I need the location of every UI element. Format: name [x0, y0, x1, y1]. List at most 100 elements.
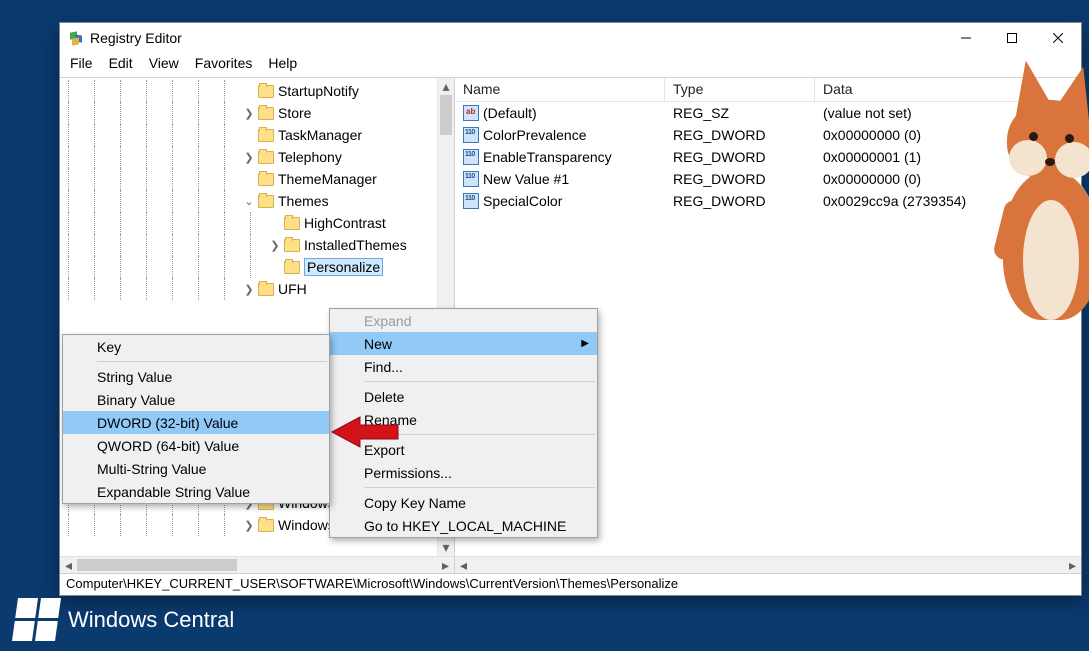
folder-icon — [258, 151, 274, 164]
context-menu-new[interactable]: Key String ValueBinary ValueDWORD (32-bit… — [62, 334, 330, 504]
list-hscroll[interactable]: ◂ ▸ — [455, 557, 1081, 573]
value-name: New Value #1 — [483, 171, 569, 187]
separator — [97, 361, 327, 362]
folder-icon — [284, 239, 300, 252]
context-item: Expand — [330, 309, 597, 332]
col-type[interactable]: Type — [665, 78, 815, 101]
minimize-button[interactable] — [943, 23, 989, 53]
context-item[interactable]: Go to HKEY_LOCAL_MACHINE — [330, 514, 597, 537]
context-item[interactable]: New▶ — [330, 332, 597, 355]
tree-toggle-icon[interactable]: ❯ — [242, 283, 256, 296]
context-item[interactable]: Find... — [330, 355, 597, 378]
hscroll-right-icon[interactable]: ▸ — [1064, 557, 1081, 573]
menubar: File Edit View Favorites Help — [60, 53, 1081, 77]
tree-item[interactable]: Personalize — [60, 256, 437, 278]
tree-item[interactable]: ❯ Telephony — [60, 146, 437, 168]
folder-icon — [284, 217, 300, 230]
value-name: (Default) — [483, 105, 537, 121]
value-row[interactable]: EnableTransparencyREG_DWORD0x00000001 (1… — [455, 146, 1081, 168]
separator — [364, 381, 595, 382]
menu-help[interactable]: Help — [260, 53, 305, 73]
windows-logo-icon — [12, 598, 61, 641]
context-item[interactable]: Expandable String Value — [63, 480, 329, 503]
menu-edit[interactable]: Edit — [101, 53, 141, 73]
branding: Windows Central — [15, 598, 234, 641]
tree-label: TaskManager — [278, 127, 362, 143]
scroll-down-icon[interactable]: ▾ — [438, 539, 454, 556]
context-item[interactable]: DWORD (32-bit) Value — [63, 411, 329, 434]
context-item[interactable]: Multi-String Value — [63, 457, 329, 480]
hscroll-right-icon[interactable]: ▸ — [437, 557, 454, 573]
tree-hscroll[interactable]: ◂ ▸ — [60, 557, 455, 573]
context-item[interactable]: Permissions... — [330, 461, 597, 484]
tree-toggle-icon[interactable]: ❯ — [242, 151, 256, 164]
value-row[interactable]: ColorPrevalenceREG_DWORD0x00000000 (0) — [455, 124, 1081, 146]
menu-file[interactable]: File — [62, 53, 101, 73]
col-name[interactable]: Name — [455, 78, 665, 101]
tree-label: Store — [278, 105, 311, 121]
window-controls — [943, 23, 1081, 53]
reg-sz-icon — [463, 105, 479, 121]
tree-toggle-icon[interactable]: ❯ — [242, 519, 256, 532]
tree-toggle-icon[interactable]: ❯ — [242, 107, 256, 120]
tree-label: Themes — [278, 193, 329, 209]
window-title: Registry Editor — [90, 30, 182, 46]
submenu-arrow-icon: ▶ — [581, 338, 589, 349]
value-row[interactable]: (Default)REG_SZ(value not set) — [455, 102, 1081, 124]
value-row[interactable]: SpecialColorREG_DWORD0x0029cc9a (2739354… — [455, 190, 1081, 212]
value-type: REG_DWORD — [665, 127, 815, 143]
list-header: Name Type Data — [455, 78, 1081, 102]
tree-item[interactable]: TaskManager — [60, 124, 437, 146]
tree-item[interactable]: ThemeManager — [60, 168, 437, 190]
context-item[interactable]: String Value — [63, 365, 329, 388]
tree-label: HighContrast — [304, 215, 386, 231]
tree-item[interactable]: StartupNotify — [60, 80, 437, 102]
value-row[interactable]: New Value #1REG_DWORD0x00000000 (0) — [455, 168, 1081, 190]
titlebar[interactable]: Registry Editor — [60, 23, 1081, 53]
scroll-thumb[interactable] — [440, 95, 452, 135]
tree-item[interactable]: ⌄ Themes — [60, 190, 437, 212]
context-item[interactable]: QWORD (64-bit) Value — [63, 434, 329, 457]
reg-dw-icon — [463, 149, 479, 165]
menu-favorites[interactable]: Favorites — [187, 53, 261, 73]
context-item[interactable]: Key — [63, 335, 329, 358]
context-item[interactable]: Delete — [330, 385, 597, 408]
folder-icon — [258, 107, 274, 120]
tree-item[interactable]: ❯ Store — [60, 102, 437, 124]
separator — [364, 487, 595, 488]
tree-item[interactable]: ❯ InstalledThemes — [60, 234, 437, 256]
reg-dw-icon — [463, 171, 479, 187]
maximize-button[interactable] — [989, 23, 1035, 53]
branding-text: Windows Central — [68, 607, 234, 633]
close-button[interactable] — [1035, 23, 1081, 53]
app-icon — [68, 30, 84, 46]
hscroll-left-icon[interactable]: ◂ — [60, 557, 77, 573]
reg-dw-icon — [463, 193, 479, 209]
tree-toggle-icon[interactable]: ❯ — [268, 239, 282, 252]
folder-icon — [258, 129, 274, 142]
hscroll-left-icon[interactable]: ◂ — [455, 557, 472, 573]
folder-icon — [258, 195, 274, 208]
menu-view[interactable]: View — [141, 53, 187, 73]
tree-toggle-icon[interactable]: ⌄ — [242, 195, 256, 208]
tree-item[interactable]: HighContrast — [60, 212, 437, 234]
folder-icon — [258, 519, 274, 532]
fox-mascot — [999, 60, 1089, 360]
tree-label: InstalledThemes — [304, 237, 407, 253]
value-type: REG_DWORD — [665, 193, 815, 209]
folder-icon — [258, 173, 274, 186]
folder-icon — [258, 283, 274, 296]
tree-label: UFH — [278, 281, 307, 297]
tree-item[interactable]: ❯ UFH — [60, 278, 437, 300]
value-name: SpecialColor — [483, 193, 562, 209]
scroll-up-icon[interactable]: ▴ — [438, 78, 454, 95]
tree-label: Telephony — [278, 149, 342, 165]
folder-icon — [258, 85, 274, 98]
hscroll: ◂ ▸ ◂ ▸ — [60, 556, 1081, 573]
annotation-arrow-icon — [330, 413, 400, 451]
context-item[interactable]: Binary Value — [63, 388, 329, 411]
statusbar: Computer\HKEY_CURRENT_USER\SOFTWARE\Micr… — [60, 573, 1081, 595]
tree-hscroll-thumb[interactable] — [77, 559, 237, 571]
reg-dw-icon — [463, 127, 479, 143]
context-item[interactable]: Copy Key Name — [330, 491, 597, 514]
